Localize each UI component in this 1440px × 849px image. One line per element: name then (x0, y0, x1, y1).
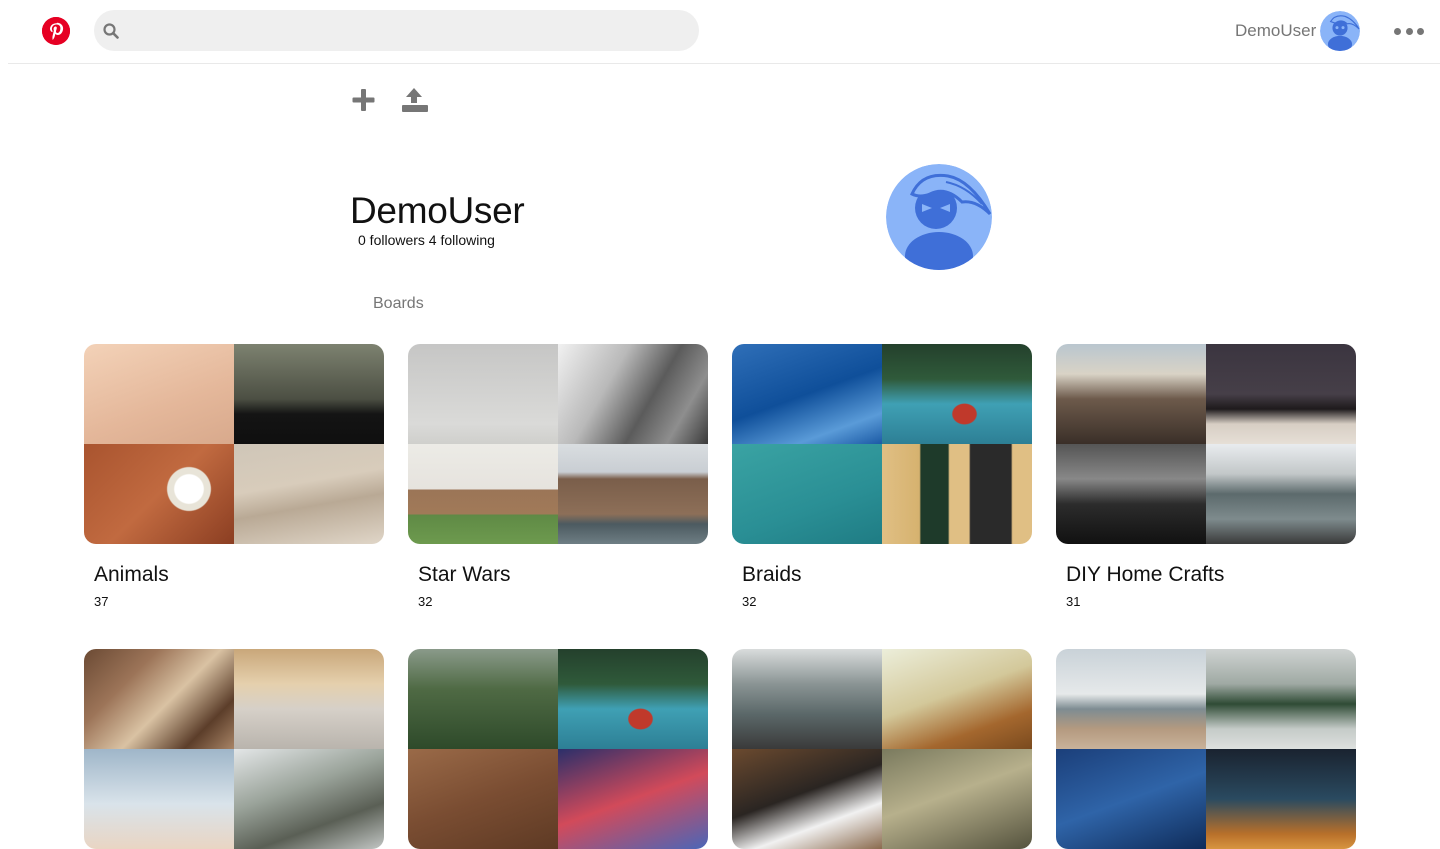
cover-image (84, 749, 234, 849)
cover-image (84, 444, 234, 544)
cover-image (1206, 344, 1356, 444)
board-title[interactable]: Star Wars (418, 563, 511, 587)
board-cover[interactable] (408, 649, 708, 849)
board-title[interactable]: Animals (94, 563, 169, 587)
profile-avatar[interactable] (886, 164, 992, 270)
header-user-name[interactable]: DemoUser (1235, 21, 1316, 41)
cover-image (84, 649, 234, 749)
cover-image (558, 444, 708, 544)
avatar-icon (1320, 11, 1360, 51)
cover-image (732, 344, 882, 444)
board-card[interactable]: DIY Home Crafts 31 (1056, 344, 1356, 609)
cover-image (1056, 344, 1206, 444)
search-input[interactable] (130, 10, 694, 53)
search-icon (103, 23, 119, 39)
cover-image (408, 749, 558, 849)
cover-image (234, 344, 384, 444)
cover-image (234, 649, 384, 749)
more-dot (1417, 27, 1424, 35)
board-cover[interactable] (1056, 344, 1356, 544)
board-cover[interactable] (1056, 649, 1356, 849)
cover-image (732, 749, 882, 849)
board-card[interactable] (1056, 649, 1356, 849)
more-dot (1405, 27, 1413, 35)
board-cover[interactable] (408, 344, 708, 544)
cover-image (1206, 649, 1356, 749)
board-cover[interactable] (732, 649, 1032, 849)
cover-image (882, 444, 1032, 544)
cover-image (558, 649, 708, 749)
profile-stats[interactable]: 0 followers 4 following (358, 232, 495, 248)
profile-name: DemoUser (350, 190, 525, 231)
board-pin-count: 32 (418, 594, 433, 609)
cover-image (1206, 749, 1356, 849)
more-dot (1394, 27, 1401, 35)
cover-image (408, 649, 558, 749)
cover-image (882, 649, 1032, 749)
cover-image (882, 344, 1032, 444)
board-cover[interactable] (84, 344, 384, 544)
pinterest-logo-icon[interactable] (42, 17, 70, 45)
cover-image (1056, 649, 1206, 749)
tab-boards[interactable]: Boards (373, 295, 424, 313)
search-bar[interactable] (94, 10, 699, 53)
board-card[interactable]: Star Wars 32 (408, 344, 708, 609)
cover-image (558, 344, 708, 444)
cover-image (84, 344, 234, 444)
cover-image (1056, 444, 1206, 544)
avatar[interactable] (1320, 11, 1360, 51)
board-card[interactable] (732, 649, 1032, 849)
plus-icon[interactable] (350, 86, 378, 114)
top-bar: DemoUser (8, 0, 1440, 64)
board-title[interactable]: DIY Home Crafts (1066, 563, 1224, 587)
cover-image (408, 444, 558, 544)
cover-image (234, 444, 384, 544)
more-icon[interactable] (1394, 24, 1424, 38)
cover-image (408, 344, 558, 444)
cover-image (882, 749, 1032, 849)
board-card[interactable] (408, 649, 708, 849)
upload-icon[interactable] (401, 86, 429, 114)
board-cover[interactable] (732, 344, 1032, 544)
board-cover[interactable] (84, 649, 384, 849)
pinterest-p-glyph (42, 17, 70, 45)
board-pin-count: 37 (94, 594, 109, 609)
board-card[interactable]: Animals 37 (84, 344, 384, 609)
cover-image (1056, 749, 1206, 849)
board-pin-count: 31 (1066, 594, 1081, 609)
board-pin-count: 32 (742, 594, 757, 609)
cover-image (1206, 444, 1356, 544)
cover-image (732, 444, 882, 544)
cover-image (234, 749, 384, 849)
board-card[interactable]: Braids 32 (732, 344, 1032, 609)
cover-image (732, 649, 882, 749)
board-card[interactable] (84, 649, 384, 849)
avatar-icon (886, 164, 992, 270)
board-title[interactable]: Braids (742, 563, 802, 587)
cover-image (558, 749, 708, 849)
